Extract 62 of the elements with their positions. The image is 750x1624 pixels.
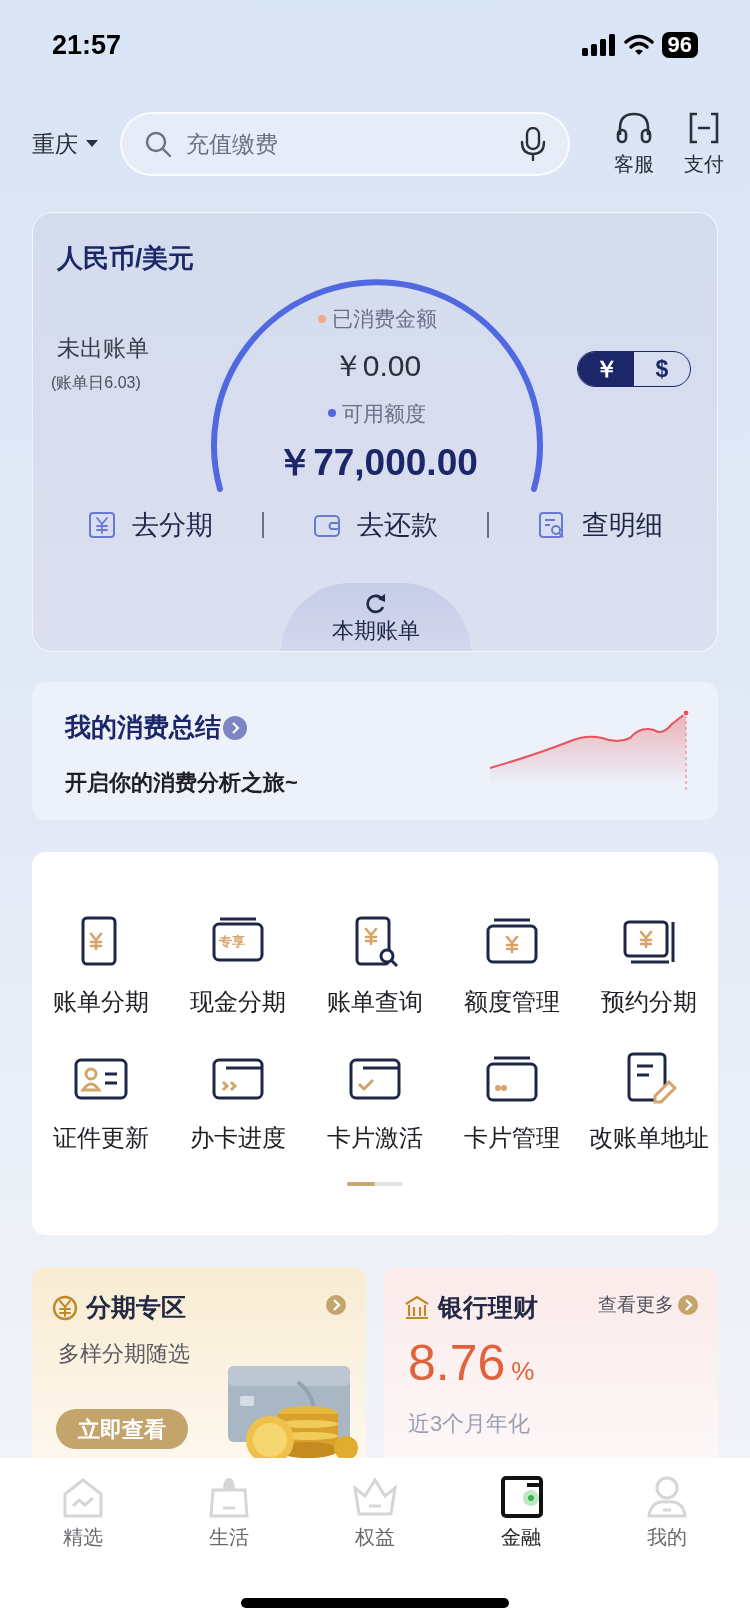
chevron-right-icon: [678, 1295, 698, 1316]
service-shortcut[interactable]: 卡片激活: [306, 1050, 444, 1156]
yield-rate: 8.76: [408, 1334, 506, 1393]
promo-title: 银行理财: [438, 1292, 538, 1323]
tab-bar-item[interactable]: 金融: [471, 1472, 571, 1552]
promo-subtitle: 多样分期随选: [58, 1340, 190, 1368]
scan-icon: [688, 111, 720, 145]
currency-toggle[interactable]: $: [634, 352, 690, 386]
caret-icon: [86, 140, 98, 148]
document-search-icon: [537, 511, 566, 540]
bill-status: 未出账单: [57, 334, 149, 363]
signal-icon: [581, 34, 616, 56]
service-shortcut[interactable]: 额度管理: [443, 914, 581, 1020]
card-title: 人民币/美元: [57, 242, 195, 275]
bill-date: (账单日6.03): [51, 373, 141, 393]
pay-button[interactable]: 支付: [684, 111, 724, 177]
service-shortcut[interactable]: 改账单地址: [580, 1050, 718, 1156]
service-shortcut[interactable]: 证件更新: [32, 1050, 170, 1156]
service-shortcut[interactable]: 专享 现金分期: [169, 914, 307, 1020]
summary-card[interactable]: 我的消费总结 开启你的消费分析之旅~: [32, 682, 718, 820]
customer-service-button[interactable]: 客服: [614, 111, 654, 177]
yuan-coin-icon: [52, 1294, 78, 1321]
battery-level: 96: [661, 32, 698, 58]
tab-bar-item[interactable]: 精选: [33, 1472, 133, 1552]
search-icon: [144, 130, 172, 158]
service-shortcut[interactable]: 账单查询: [306, 914, 444, 1020]
search-bar[interactable]: 充值缴费: [120, 112, 570, 176]
available-amount: ￥77,000.00: [276, 441, 478, 485]
tab-bar-item[interactable]: 我的: [617, 1472, 717, 1552]
summary-subtitle: 开启你的消费分析之旅~: [65, 769, 298, 797]
currency-toggle[interactable]: ￥: [578, 352, 634, 386]
promo-title: 分期专区: [86, 1292, 186, 1323]
bank-icon: [404, 1294, 430, 1321]
service-shortcut[interactable]: 预约分期: [580, 914, 718, 1020]
spent-label: 已消费金额: [331, 306, 437, 332]
headset-icon: [616, 111, 652, 145]
current-bill-tab[interactable]: 本期账单: [281, 583, 471, 651]
microphone-icon[interactable]: [520, 127, 546, 161]
card-action-button[interactable]: 查明细: [537, 505, 663, 546]
summary-title: 我的消费总结: [65, 711, 221, 744]
chevron-right-icon: [223, 715, 247, 740]
wifi-icon: [623, 34, 654, 56]
service-shortcut[interactable]: 账单分期: [32, 914, 170, 1020]
yield-label: 近3个月年化: [408, 1410, 531, 1438]
tab-bar-item[interactable]: 生活: [179, 1472, 279, 1552]
city-selector[interactable]: 重庆: [32, 126, 98, 162]
yuan-icon: [87, 511, 116, 540]
refresh-icon: [364, 592, 388, 614]
search-field[interactable]: 充值缴费: [186, 126, 520, 162]
available-label: 可用额度: [342, 400, 426, 427]
spent-amount: ￥0.00: [332, 347, 422, 384]
status-time: 21:57: [52, 28, 122, 62]
percent-sign: %: [511, 1355, 535, 1388]
wealth-promo-card[interactable]: 银行理财 查看更多 8.76% 近3个月年化: [384, 1267, 718, 1458]
card-action-button[interactable]: 去分期: [87, 505, 213, 546]
service-shortcut[interactable]: 卡片管理: [443, 1050, 581, 1156]
see-more-link[interactable]: 查看更多: [598, 1291, 698, 1320]
page-indicator: [347, 1182, 403, 1186]
card-action-button[interactable]: 去还款: [312, 505, 438, 546]
tab-bar-item[interactable]: 权益: [325, 1472, 425, 1552]
service-shortcut[interactable]: 办卡进度: [169, 1050, 307, 1156]
icon-label: 专享: [218, 934, 245, 950]
